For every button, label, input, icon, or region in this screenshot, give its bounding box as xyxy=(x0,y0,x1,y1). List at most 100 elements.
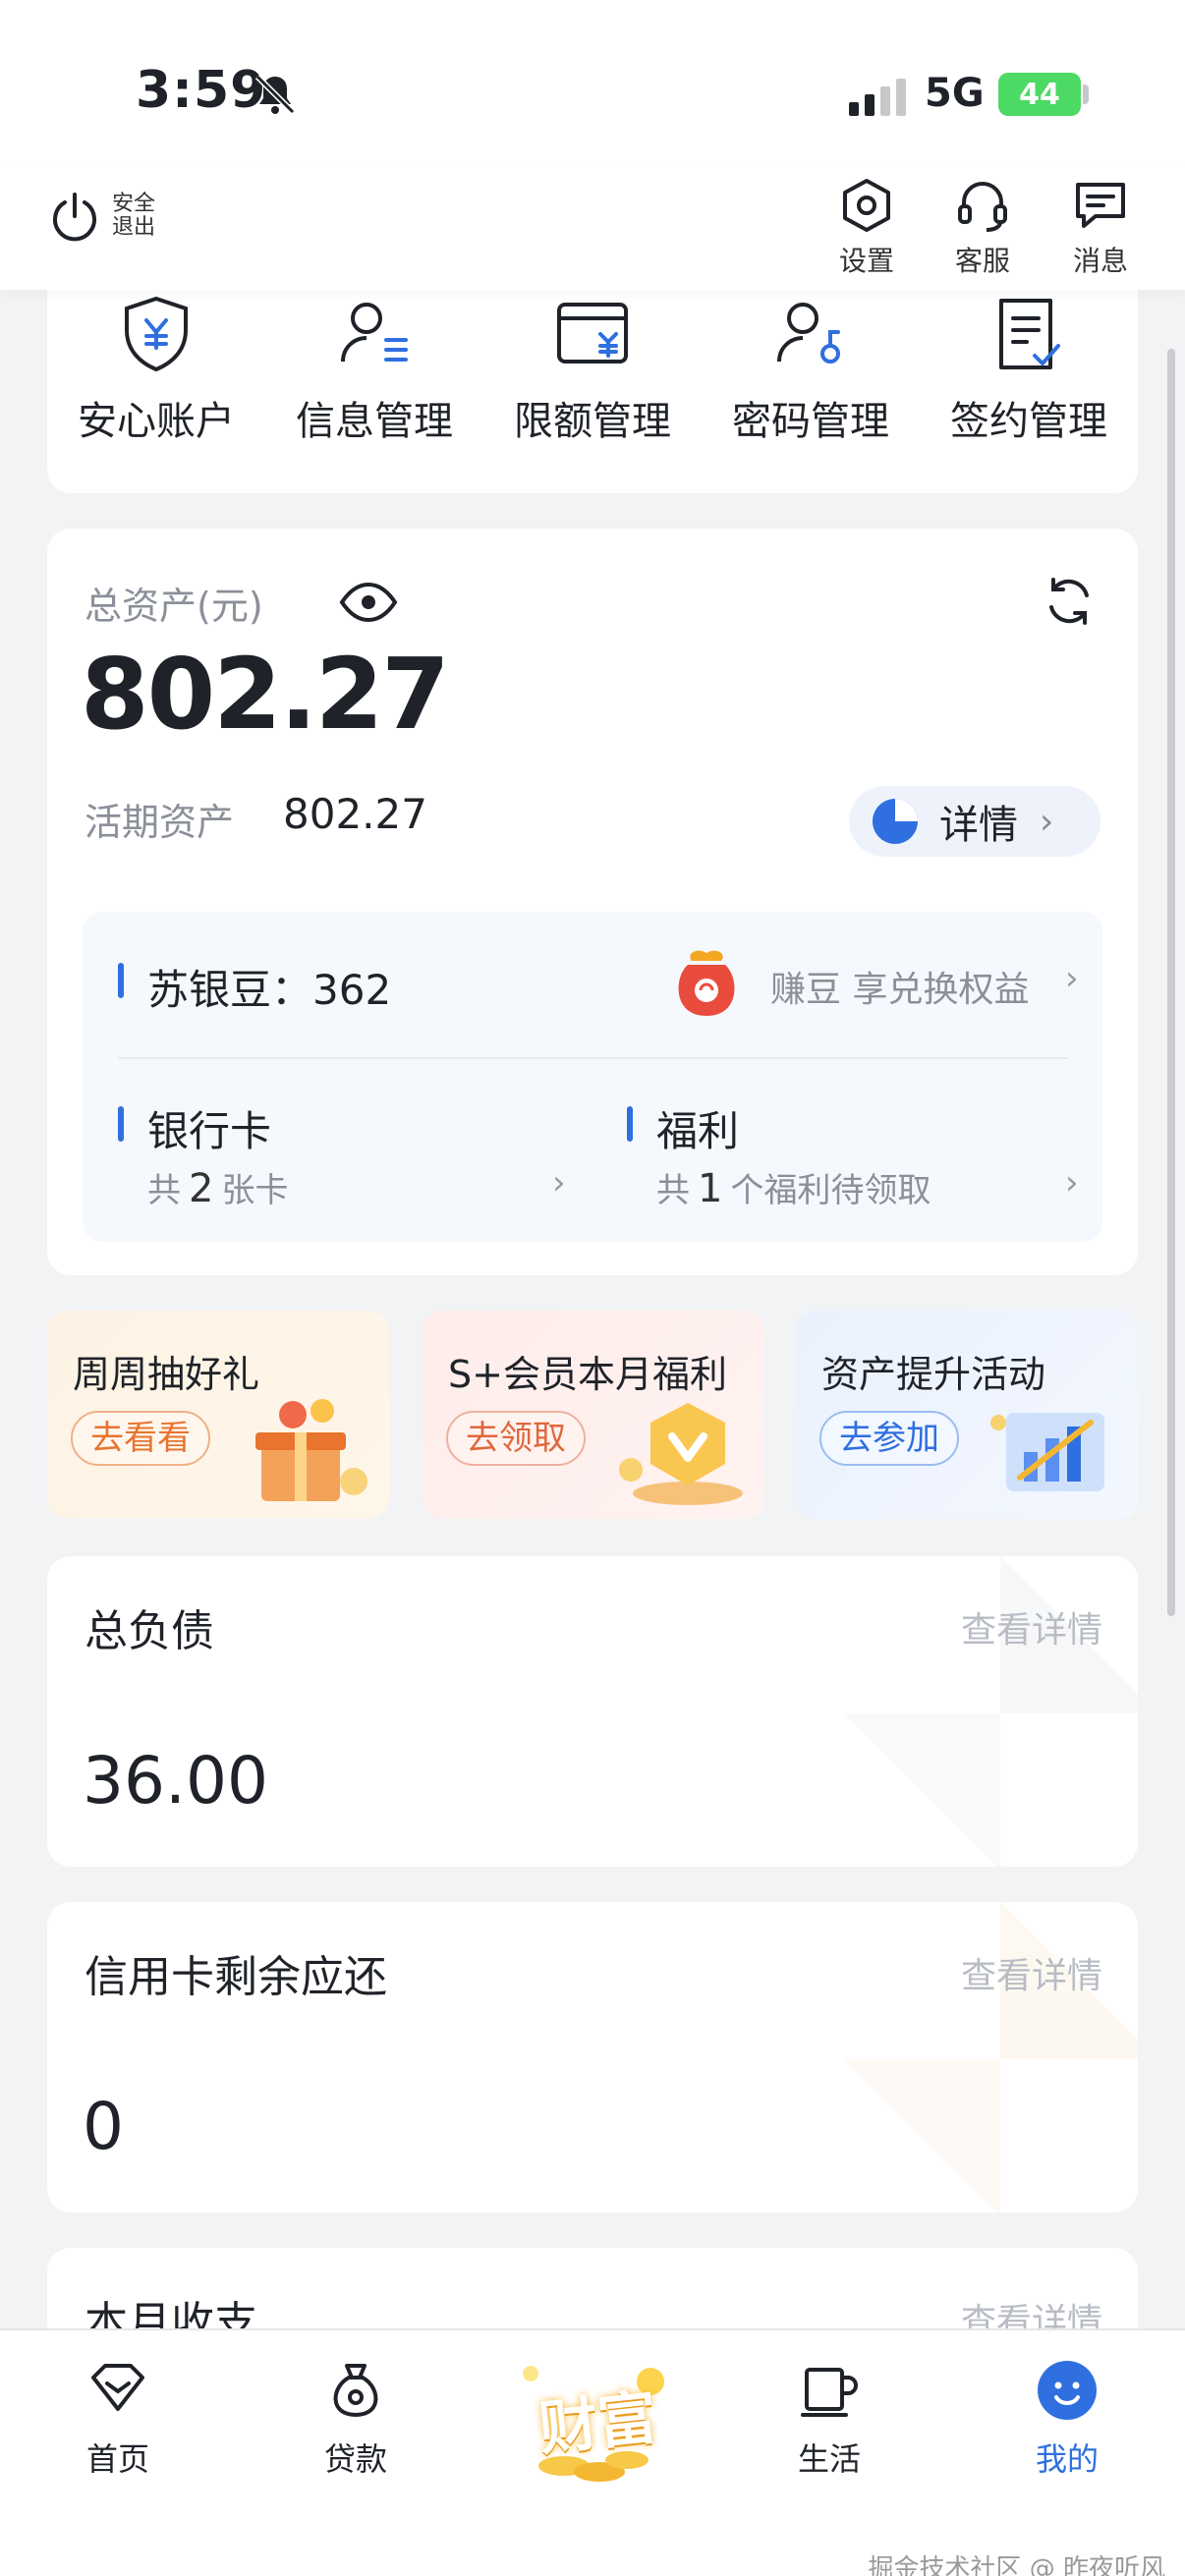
hexagon-settings-icon xyxy=(843,179,890,232)
app-root: 3:59 5G 44 安全退出 设置 客服 消息 安心账户 信息管理 限额管理 … xyxy=(0,0,1185,2576)
accent-bar xyxy=(118,1106,124,1142)
bank-cards-title: 银行卡 xyxy=(147,1107,272,1155)
liabilities-value: 36.00 xyxy=(83,1743,268,1819)
count-suffix: 张卡 xyxy=(221,1171,289,1210)
wealth-label: 财富 xyxy=(536,2382,660,2465)
benefits-title: 福利 xyxy=(656,1107,740,1155)
gift-box-icon xyxy=(255,1399,367,1501)
credit-card-detail-link[interactable]: 查看详情 xyxy=(961,1947,1102,1998)
credit-card-title: 信用卡剩余应还 xyxy=(85,1952,387,2002)
count-suffix: 个福利待领取 xyxy=(730,1171,931,1210)
detail-label: 详情 xyxy=(939,803,1018,848)
accent-bar xyxy=(118,963,124,998)
promo-asset-boost[interactable]: 资产提升活动 去参加 xyxy=(796,1311,1138,1519)
app-header: 安全退出 设置 客服 消息 xyxy=(0,167,1185,290)
nav-label: 我的 xyxy=(1035,2440,1099,2478)
bell-muted-icon xyxy=(254,74,296,115)
count-number: 1 xyxy=(698,1166,723,1211)
headset-icon xyxy=(958,182,1007,232)
beans-balance: 苏银豆：362 xyxy=(147,966,392,1014)
quick-item-safe-account[interactable]: 安心账户 xyxy=(47,265,265,493)
total-assets-value: 802.27 xyxy=(81,637,450,752)
quick-item-label: 信息管理 xyxy=(296,399,453,444)
liabilities-title: 总负债 xyxy=(85,1606,214,1656)
earn-beans-link[interactable]: 赚豆 享兑换权益 xyxy=(770,961,1029,1012)
quick-menu: 安心账户 信息管理 限额管理 密码管理 签约管理 xyxy=(47,265,1138,493)
vip-badge-icon xyxy=(619,1403,743,1505)
home-icon xyxy=(91,2364,144,2411)
red-envelope-bag-icon xyxy=(678,950,735,1016)
divider xyxy=(118,1057,1067,1059)
message-icon xyxy=(1076,183,1125,228)
liabilities-card[interactable]: 总负债 查看详情 36.00 xyxy=(47,1556,1138,1867)
user-key-icon xyxy=(777,303,840,364)
promo-button[interactable]: 去领取 xyxy=(446,1411,586,1466)
chevron-right-icon: › xyxy=(552,1163,566,1203)
quick-item-password-management[interactable]: 密码管理 xyxy=(702,265,920,493)
doc-check-icon xyxy=(999,299,1060,369)
quick-item-contract-management[interactable]: 签约管理 xyxy=(920,265,1138,493)
assets-sub-panel: 苏银豆：362 赚豆 享兑换权益 › 银行卡 共 2 张卡 › 福利 共 1 个… xyxy=(83,912,1102,1242)
nav-life[interactable]: 生活 xyxy=(761,2356,898,2480)
customer-service-button[interactable]: 客服 xyxy=(933,175,1032,279)
power-icon xyxy=(53,193,96,242)
bottom-nav: 首页 贷款 财富 生活 我的 掘金技术社区 @ 昨夜听风 xyxy=(0,2328,1185,2576)
quick-item-label: 签约管理 xyxy=(950,399,1107,444)
settings-button[interactable]: 设置 xyxy=(818,175,916,279)
signal-icon xyxy=(849,79,906,116)
eye-icon[interactable] xyxy=(338,572,399,633)
settings-label: 设置 xyxy=(838,245,894,277)
promo-member-benefits[interactable]: S+会员本月福利 去领取 xyxy=(423,1311,764,1519)
battery-indicator: 44 xyxy=(998,73,1081,116)
count-prefix: 共 xyxy=(147,1171,181,1210)
nav-label: 贷款 xyxy=(323,2440,387,2478)
promo-weekly-draw[interactable]: 周周抽好礼 去看看 xyxy=(47,1311,389,1519)
customer-service-label: 客服 xyxy=(954,245,1010,277)
count-prefix: 共 xyxy=(656,1171,690,1210)
money-bag-icon xyxy=(333,2364,378,2418)
quick-item-label: 安心账户 xyxy=(78,399,235,444)
quick-item-label: 密码管理 xyxy=(732,399,889,444)
bar-chart-board-icon xyxy=(990,1413,1104,1491)
coffee-cup-icon xyxy=(801,2368,858,2417)
accent-bar xyxy=(627,1106,633,1142)
watermark: 掘金技术社区 @ 昨夜听风 xyxy=(868,2554,1165,2576)
nav-loan[interactable]: 贷款 xyxy=(287,2356,424,2480)
quick-item-label: 限额管理 xyxy=(514,399,671,444)
bank-cards-count: 共 2 张卡 xyxy=(147,1163,288,1211)
battery-tip xyxy=(1083,84,1089,104)
refresh-icon[interactable] xyxy=(1040,572,1099,631)
nav-mine[interactable]: 我的 xyxy=(998,2356,1136,2480)
network-type: 5G xyxy=(925,71,985,116)
scrollbar[interactable] xyxy=(1167,349,1175,1616)
nav-label: 生活 xyxy=(797,2440,861,2478)
nav-home[interactable]: 首页 xyxy=(49,2356,187,2480)
count-number: 2 xyxy=(189,1166,214,1211)
benefits-count: 共 1 个福利待领取 xyxy=(656,1163,931,1211)
assets-detail-button[interactable]: 详情 › xyxy=(849,786,1100,857)
pie-chart-icon xyxy=(873,799,918,844)
total-assets-label: 总资产(元) xyxy=(85,585,263,628)
user-list-icon xyxy=(341,303,408,363)
promo-button[interactable]: 去参加 xyxy=(819,1411,959,1466)
promo-button[interactable]: 去看看 xyxy=(71,1411,210,1466)
logout-label: 安全退出 xyxy=(112,192,156,240)
current-assets-label: 活期资产 xyxy=(85,801,235,844)
nav-wealth[interactable]: 财富 xyxy=(505,2344,682,2492)
nav-label: 首页 xyxy=(85,2440,149,2478)
quick-item-info-management[interactable]: 信息管理 xyxy=(265,265,483,493)
chevron-right-icon: › xyxy=(1065,1163,1079,1203)
logout-button[interactable]: 安全退出 xyxy=(47,189,163,244)
status-time: 3:59 xyxy=(136,61,267,120)
assets-card: 总资产(元) 802.27 活期资产 802.27 详情 › 苏银豆：362 赚… xyxy=(47,529,1138,1275)
messages-button[interactable]: 消息 xyxy=(1051,175,1150,279)
liabilities-detail-link[interactable]: 查看详情 xyxy=(961,1601,1102,1652)
shield-yuan-icon xyxy=(125,296,188,372)
quick-item-limit-management[interactable]: 限额管理 xyxy=(483,265,702,493)
status-bar: 3:59 5G 44 xyxy=(0,0,1185,167)
chevron-right-icon: › xyxy=(1065,959,1079,998)
credit-card-card[interactable]: 信用卡剩余应还 查看详情 0 xyxy=(47,1902,1138,2212)
messages-label: 消息 xyxy=(1072,245,1128,277)
credit-card-value: 0 xyxy=(83,2089,124,2164)
chevron-right-icon: › xyxy=(1040,801,1054,842)
